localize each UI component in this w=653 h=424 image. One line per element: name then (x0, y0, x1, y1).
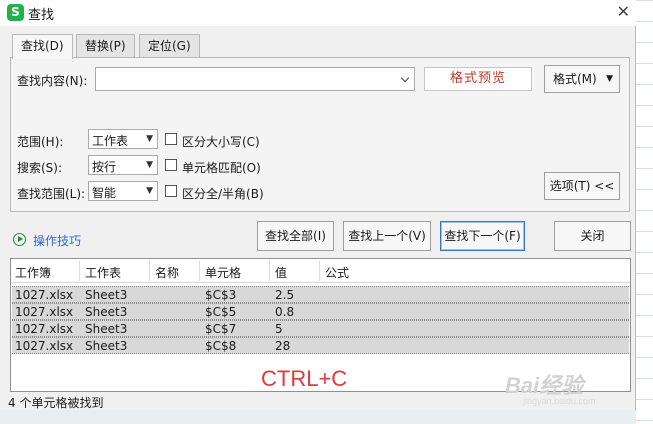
cell-value: 28 (275, 339, 291, 353)
find-content-input[interactable] (95, 67, 415, 91)
dropdown-arrow-icon: ▼ (606, 74, 613, 84)
spreadsheet-background (636, 0, 653, 424)
column-divider (199, 261, 200, 281)
cell-sheet: Sheet3 (85, 339, 128, 353)
match-case-checkbox[interactable] (165, 133, 177, 145)
column-divider (79, 261, 80, 281)
column-header-formula[interactable]: 公式 (325, 264, 349, 281)
cell-book: 1027.xlsx (15, 305, 74, 319)
search-value: 按行 (92, 160, 117, 174)
column-header-name[interactable]: 名称 (155, 264, 179, 281)
results-header: 工作簿 工作表 名称 单元格 值 公式 (11, 259, 630, 283)
cell-book: 1027.xlsx (15, 288, 74, 302)
format-button[interactable]: 格式(M) ▼ (544, 65, 620, 93)
lookin-label: 查找范围(L): (17, 187, 86, 201)
wps-app-icon: S (7, 4, 24, 21)
cell-value: 0.8 (275, 305, 295, 319)
range-value: 工作表 (92, 134, 129, 148)
format-button-label: 格式(M) (553, 72, 597, 86)
titlebar: S 查找 ✕ (0, 0, 636, 26)
dropdown-arrow-icon: ▼ (146, 186, 153, 196)
options-toggle-button[interactable]: 选项(T) << (544, 172, 620, 200)
match-cell-label: 单元格匹配(O) (182, 161, 261, 175)
status-bar: 4 个单元格被找到 (8, 396, 104, 410)
dropdown-arrow-icon: ▼ (146, 134, 153, 144)
column-header-sheet[interactable]: 工作表 (85, 264, 121, 281)
lookin-value: 智能 (92, 186, 117, 200)
table-row[interactable]: 1027.xlsx Sheet3 $C$8 28 (12, 337, 629, 354)
search-select[interactable]: 按行 ▼ (88, 155, 158, 175)
find-content-label: 查找内容(N): (17, 74, 88, 88)
cell-value: 5 (275, 322, 283, 336)
cell-sheet: Sheet3 (85, 322, 128, 336)
close-icon[interactable]: ✕ (617, 2, 630, 21)
column-divider (149, 261, 150, 281)
column-header-value[interactable]: 值 (275, 264, 287, 281)
match-width-label: 区分全/半角(B) (182, 187, 264, 201)
cell-address: $C$7 (205, 322, 237, 336)
range-select[interactable]: 工作表 ▼ (88, 129, 158, 149)
find-previous-button[interactable]: 查找上一个(V) (343, 221, 431, 251)
column-divider (269, 261, 270, 281)
match-cell-checkbox[interactable] (165, 159, 177, 171)
column-divider (319, 261, 320, 281)
cell-book: 1027.xlsx (15, 339, 74, 353)
cell-address: $C$5 (205, 305, 237, 319)
tips-link[interactable]: 操作技巧 (33, 232, 81, 249)
tab-replace[interactable]: 替换(P) (76, 34, 135, 58)
column-header-book[interactable]: 工作簿 (15, 264, 51, 281)
lookin-select[interactable]: 智能 ▼ (88, 181, 158, 201)
tab-find[interactable]: 查找(D) (12, 34, 73, 59)
find-dialog: S 查找 ✕ 查找(D) 替换(P) 定位(G) 查找内容(N): 格式预览 格… (0, 0, 636, 410)
find-all-button[interactable]: 查找全部(I) (257, 221, 334, 251)
shortcut-annotation: CTRL+C (261, 366, 348, 391)
cell-book: 1027.xlsx (15, 322, 74, 336)
chevron-down-icon[interactable] (400, 73, 410, 83)
cell-address: $C$8 (205, 339, 237, 353)
match-width-checkbox[interactable] (165, 185, 177, 197)
column-header-cell[interactable]: 单元格 (205, 264, 241, 281)
find-next-button[interactable]: 查找下一个(F) (440, 221, 525, 251)
cell-sheet: Sheet3 (85, 288, 128, 302)
format-preview: 格式预览 (424, 67, 532, 91)
tab-goto[interactable]: 定位(G) (139, 34, 200, 58)
table-row[interactable]: 1027.xlsx Sheet3 $C$3 2.5 (12, 286, 629, 303)
search-label: 搜索(S): (17, 161, 63, 175)
match-case-label: 区分大小写(C) (182, 135, 260, 149)
table-row[interactable]: 1027.xlsx Sheet3 $C$5 0.8 (12, 303, 629, 320)
range-label: 范围(H): (17, 135, 64, 149)
play-icon[interactable] (13, 233, 26, 246)
cell-address: $C$3 (205, 288, 237, 302)
window-title: 查找 (28, 8, 55, 23)
table-row[interactable]: 1027.xlsx Sheet3 $C$7 5 (12, 320, 629, 337)
cell-value: 2.5 (275, 288, 295, 302)
baidu-watermark-url: jingyan.baidu.com (523, 396, 596, 406)
cell-sheet: Sheet3 (85, 305, 128, 319)
dropdown-arrow-icon: ▼ (146, 160, 153, 170)
close-button[interactable]: 关闭 (554, 221, 631, 251)
